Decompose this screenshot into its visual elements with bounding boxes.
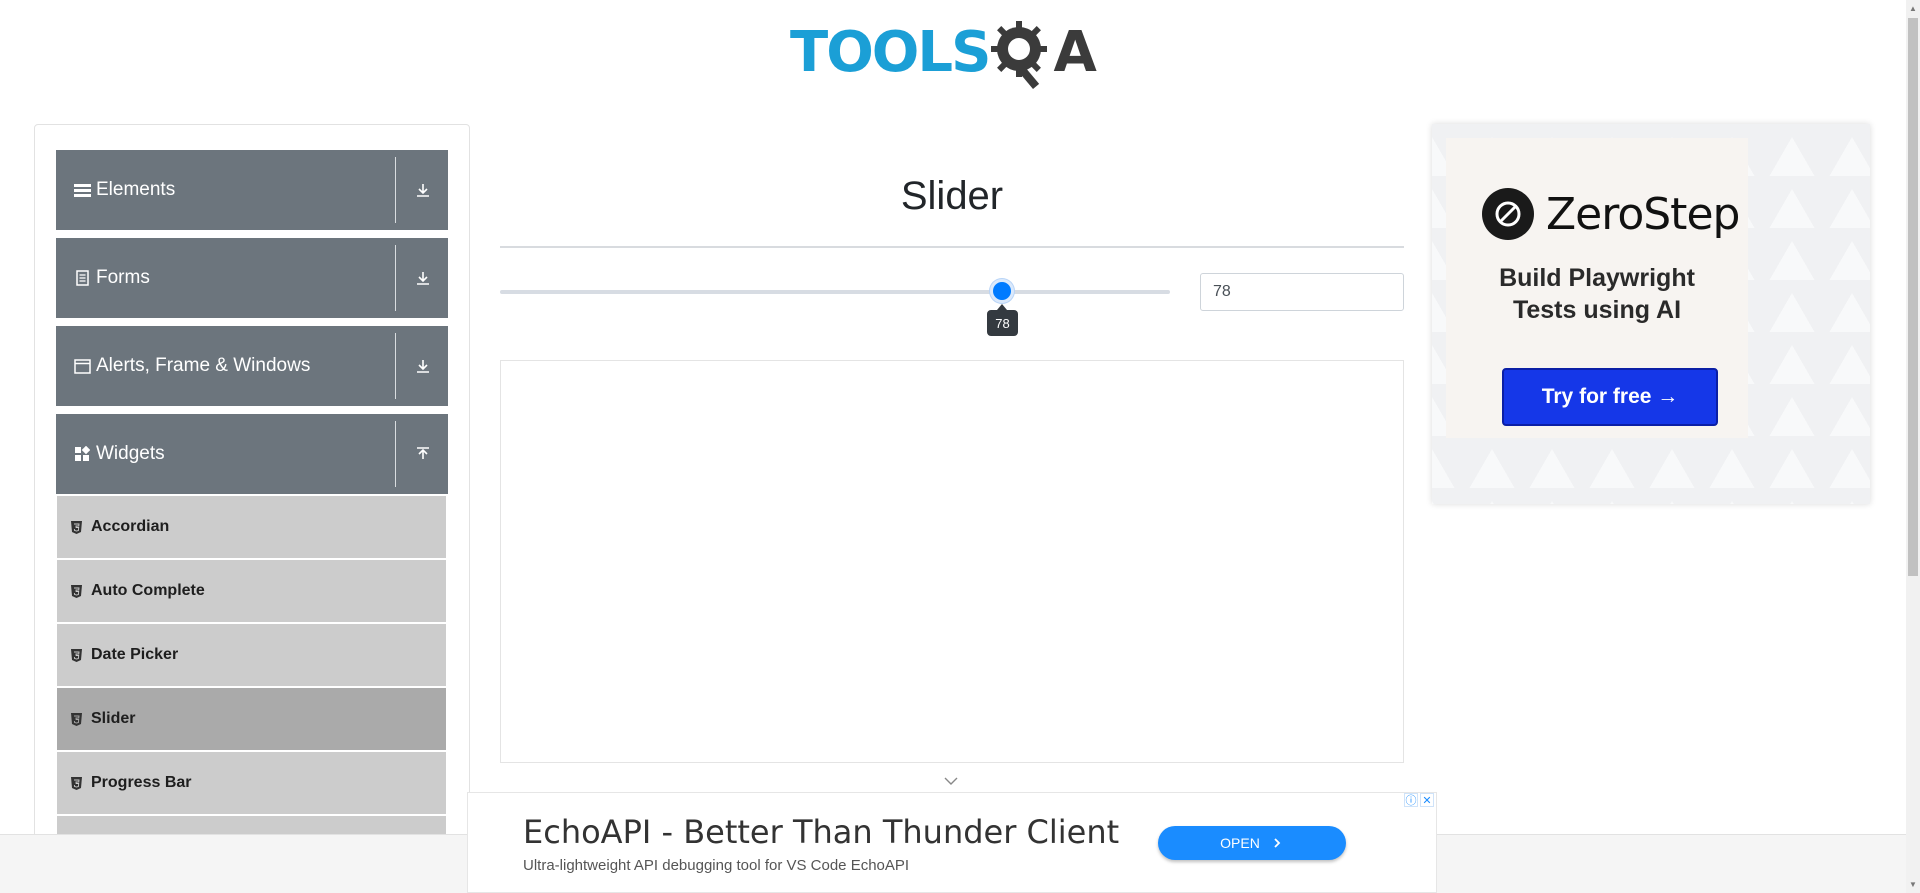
sidebar-item-label: Auto Complete <box>91 582 205 599</box>
sidebar-item-date-picker[interactable]: Date Picker <box>57 624 446 686</box>
divider <box>395 245 396 311</box>
info-icon[interactable]: ⓘ <box>1404 793 1418 807</box>
sidebar-item-label: Slider <box>91 710 136 727</box>
chevron-right-icon <box>1274 838 1281 848</box>
page: TOOLS A Elements Forms Alerts, Frame & W… <box>0 0 1920 893</box>
window-icon <box>72 356 92 376</box>
sidebar-item-label: Date Picker <box>91 646 179 663</box>
ad-bottom-subtitle: Ultra-lightweight API debugging tool for… <box>523 857 910 874</box>
html5-icon <box>71 775 85 791</box>
menu-icon <box>72 180 92 200</box>
zerostep-logo-icon <box>1482 188 1534 240</box>
close-icon[interactable]: ✕ <box>1420 793 1434 807</box>
download-arrow-icon[interactable] <box>410 353 436 379</box>
ad-headline-line2: Tests using AI <box>1512 296 1682 324</box>
open-button-label: OPEN <box>1220 835 1260 851</box>
divider <box>395 333 396 399</box>
range-slider[interactable]: 78 <box>500 279 1170 336</box>
page-title: Slider <box>900 174 1004 218</box>
sidebar-item-label: Accordian <box>91 518 170 535</box>
document-icon <box>72 268 92 288</box>
sidebar-group-alerts[interactable]: Alerts, Frame & Windows <box>56 326 448 406</box>
open-button[interactable]: OPEN <box>1158 826 1346 860</box>
zerostep-ad[interactable]: ZeroStep Build Playwright Tests using AI… <box>1432 124 1870 504</box>
sidebar-group-forms[interactable]: Forms <box>56 238 448 318</box>
echoapi-ad[interactable]: EchoAPI - Better Than Thunder Client Ult… <box>467 792 1437 893</box>
try-for-free-button[interactable]: Try for free → <box>1502 368 1718 426</box>
download-arrow-icon[interactable] <box>410 177 436 203</box>
ad-headline-line1: Build Playwright <box>1499 264 1695 292</box>
ad-headline: Build Playwright Tests using AI <box>1446 262 1748 326</box>
scroll-down-icon[interactable]: ▼ <box>1909 880 1917 889</box>
download-arrow-icon[interactable] <box>410 265 436 291</box>
sidebar-group-label: Alerts, Frame & Windows <box>96 355 311 376</box>
sidebar-item-progress-bar[interactable]: Progress Bar <box>57 752 446 814</box>
divider <box>395 157 396 223</box>
divider <box>395 421 396 487</box>
ad-bottom-title: EchoAPI - Better Than Thunder Client <box>523 813 1120 851</box>
sidebar-group-widgets[interactable]: Widgets <box>56 414 448 494</box>
sidebar-group-label: Elements <box>96 179 176 200</box>
html5-icon <box>71 583 85 599</box>
slider-value-field: 78 <box>1200 273 1404 311</box>
slider-tooltip: 78 <box>987 304 1018 336</box>
sidebar-group-elements[interactable]: Elements <box>56 150 448 230</box>
ad-brand-name: ZeroStep <box>1546 188 1740 240</box>
logo-tools-text: TOOLS <box>790 20 991 85</box>
widgets-icon <box>72 444 92 464</box>
left-sidebar: Elements Forms Alerts, Frame & Windows W… <box>34 124 470 844</box>
html5-icon <box>71 519 85 535</box>
sidebar-item-label: Progress Bar <box>91 774 192 791</box>
ad-card: ZeroStep Build Playwright Tests using AI… <box>1446 138 1748 438</box>
page-scrollbar[interactable]: ▲ ▼ <box>1906 0 1920 893</box>
logo-qa-text: A <box>1053 20 1097 85</box>
toolsqa-logo[interactable]: TOOLS A <box>790 14 1120 92</box>
gear-q-icon <box>991 21 1048 89</box>
sidebar-item-slider[interactable]: Slider <box>57 688 446 750</box>
ad-placeholder-box <box>500 360 1404 763</box>
scroll-up-icon[interactable]: ▲ <box>1909 4 1917 13</box>
chevron-down-icon[interactable] <box>941 776 961 790</box>
upload-arrow-icon[interactable] <box>410 441 436 467</box>
ad-brand: ZeroStep <box>1482 188 1740 240</box>
sidebar-group-label: Forms <box>96 267 150 288</box>
title-divider <box>500 246 1404 248</box>
html5-icon <box>71 711 85 727</box>
html5-icon <box>71 647 85 663</box>
ad-choices: ⓘ ✕ <box>1404 793 1434 807</box>
sidebar-item-auto-complete[interactable]: Auto Complete <box>57 560 446 622</box>
sidebar-item-accordian[interactable]: Accordian <box>57 496 446 558</box>
slider-thumb[interactable] <box>990 279 1014 303</box>
sidebar-group-label: Widgets <box>96 443 165 464</box>
scroll-thumb[interactable] <box>1908 18 1918 576</box>
